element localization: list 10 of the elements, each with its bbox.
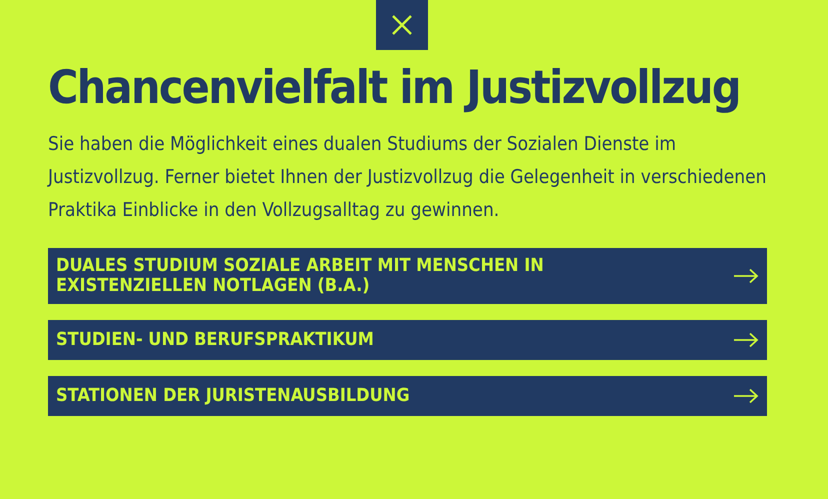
close-button[interactable]	[376, 0, 428, 50]
arrow-right-icon	[733, 388, 759, 404]
intro-paragraph: Sie haben die Möglichkeit eines dualen Studiums der Sozialen Dienste im Justizvollzug. Ferner bietet Ihnen der Justizvollzug die Gelegenheit in verschiedenen Praktika Einblicke in den Vollzugsalltag zu gewinnen.	[48, 132, 768, 223]
page-title: Chancenvielfalt im Justizvollzug	[48, 59, 740, 116]
link-button[interactable]: DUALES STUDIUM SOZIALE ARBEIT MIT MENSCHEN IN EXISTENZIELLEN NOTLAGEN (B.A.)	[48, 248, 767, 304]
link-button[interactable]: STATIONEN DER JURISTENAUSBILDUNG	[48, 376, 767, 416]
close-icon	[390, 14, 412, 36]
arrow-right-icon	[733, 268, 759, 284]
arrow-right-icon	[733, 332, 759, 348]
link-button[interactable]: STUDIEN- UND BERUFSPRAKTIKUM	[48, 320, 767, 360]
